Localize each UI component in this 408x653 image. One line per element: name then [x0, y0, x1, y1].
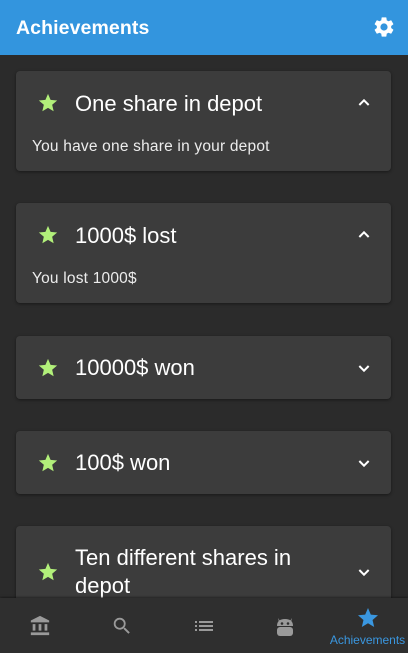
achievement-header[interactable]: 100$ won — [16, 431, 391, 494]
gear-icon — [374, 17, 394, 37]
nav-item-list[interactable] — [163, 598, 245, 653]
achievement-title: 1000$ lost — [75, 223, 177, 248]
achievements-list[interactable]: One share in depot You have one share in… — [0, 55, 408, 598]
nav-item-depot[interactable] — [0, 598, 81, 653]
star-icon — [38, 453, 58, 472]
chevron-down-icon[interactable] — [356, 564, 372, 580]
nav-label-achievements: Achievements — [329, 633, 406, 647]
star-icon — [38, 358, 58, 377]
page-title: Achievements — [16, 17, 150, 39]
achievement-card: 10000$ won — [16, 336, 391, 399]
star-icon — [38, 562, 58, 581]
achievement-header[interactable]: Ten different shares in depot — [16, 526, 391, 598]
achievement-title: 100$ won — [75, 450, 171, 475]
achievement-header[interactable]: One share in depot — [16, 71, 391, 135]
achievement-header[interactable]: 1000$ lost — [16, 203, 391, 267]
search-icon — [113, 617, 130, 634]
chevron-down-icon[interactable] — [356, 455, 372, 471]
list-icon — [195, 621, 213, 631]
nav-item-search[interactable] — [81, 598, 163, 653]
achievement-title-line1: Ten different shares in — [75, 545, 292, 570]
chevron-up-icon[interactable] — [356, 95, 372, 111]
achievement-title: One share in depot — [75, 91, 263, 116]
bank-icon — [30, 615, 50, 636]
achievement-card: 1000$ lost You lost 1000$ — [16, 203, 391, 303]
star-icon — [38, 93, 58, 112]
android-icon — [277, 618, 293, 636]
star-icon — [358, 608, 378, 627]
achievement-title: 10000$ won — [75, 355, 195, 380]
chevron-down-icon[interactable] — [356, 360, 372, 376]
nav-item-achievements[interactable]: Achievements — [327, 598, 408, 653]
achievement-card: One share in depot You have one share in… — [16, 71, 391, 171]
achievement-header[interactable]: 10000$ won — [16, 336, 391, 399]
chevron-up-icon[interactable] — [356, 227, 372, 243]
app-bar: Achievements — [0, 0, 408, 55]
achievement-description: You lost 1000$ — [32, 270, 137, 287]
star-icon — [38, 225, 58, 244]
achievement-description: You have one share in your depot — [32, 138, 270, 155]
achievement-card: 100$ won — [16, 431, 391, 494]
nav-item-android[interactable] — [245, 598, 327, 653]
bottom-navigation: Achievements — [0, 598, 408, 653]
settings-button[interactable] — [372, 15, 396, 39]
achievement-title-line2: depot — [75, 573, 131, 598]
achievement-card: Ten different shares in depot — [16, 526, 391, 598]
